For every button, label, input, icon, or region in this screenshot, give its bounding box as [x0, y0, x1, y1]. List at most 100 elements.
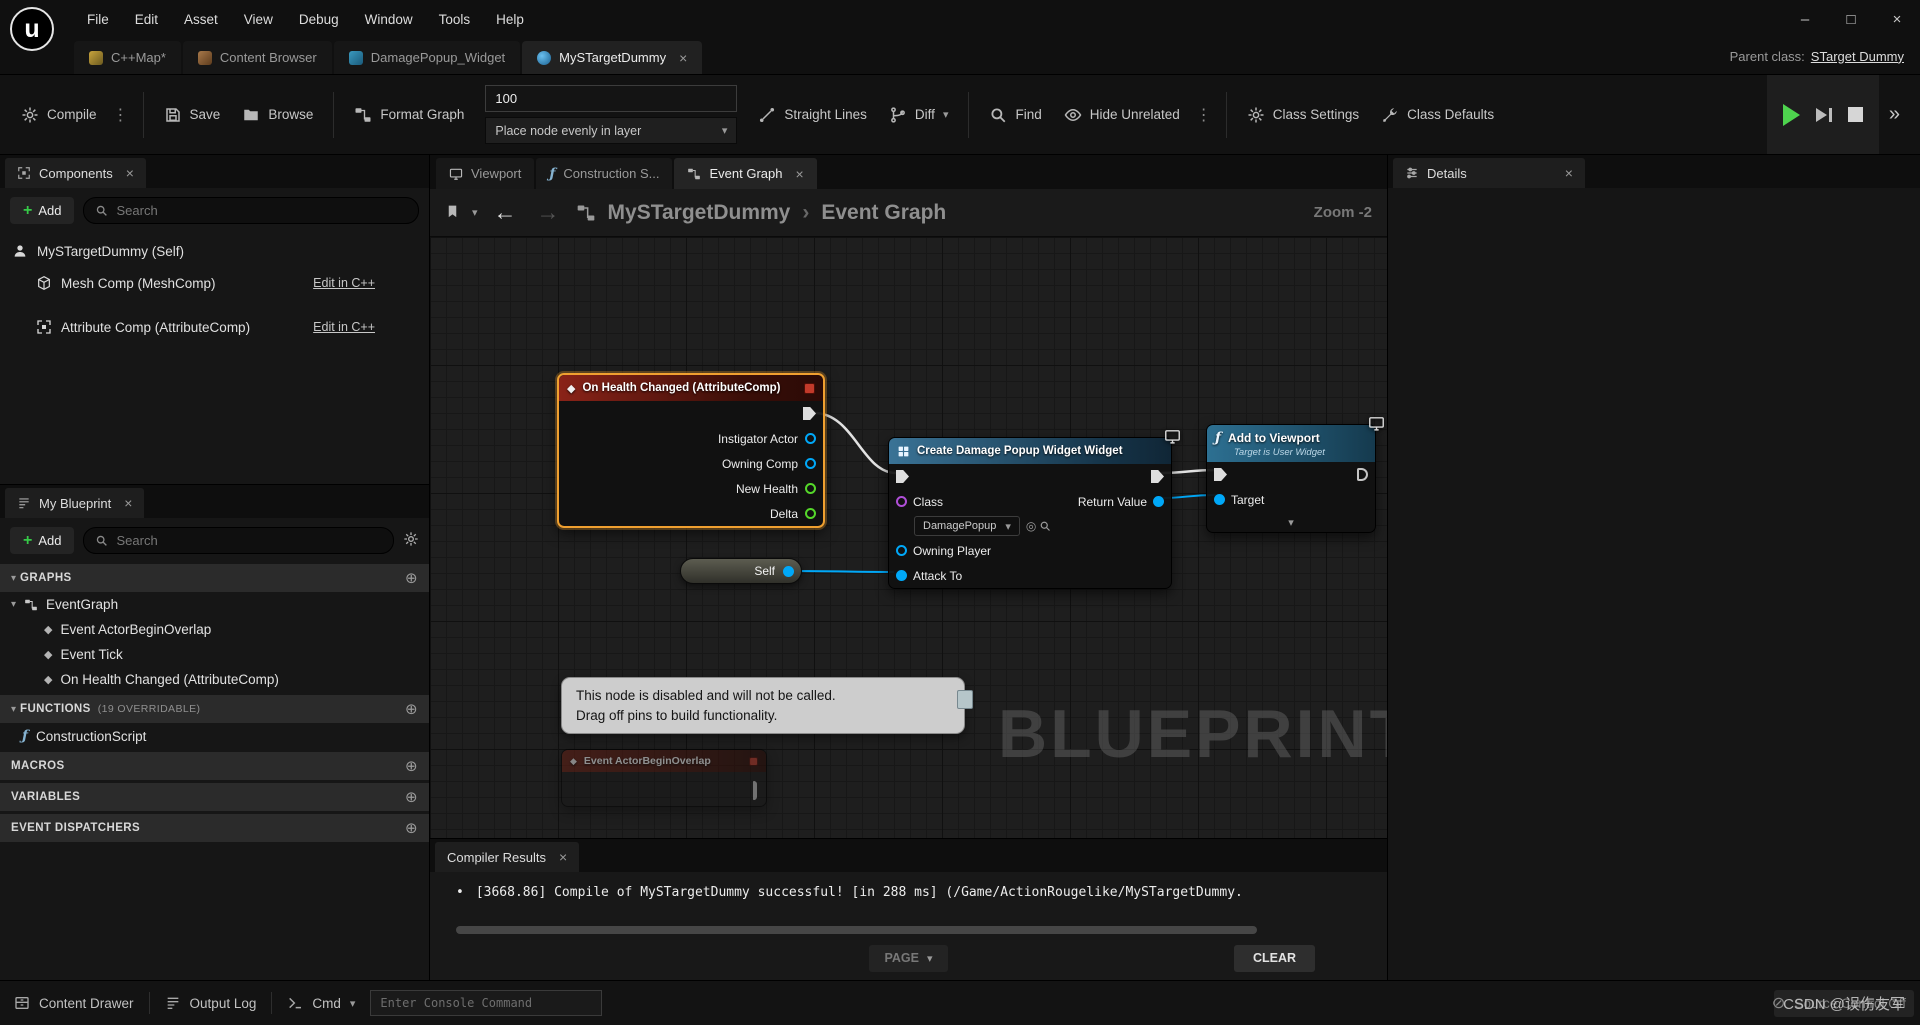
- tab-cpp-map[interactable]: C++Map*: [74, 41, 181, 74]
- blueprint-settings-gear-icon[interactable]: [403, 531, 419, 550]
- page-button[interactable]: PAGE ▾: [869, 944, 948, 972]
- add-graph-icon[interactable]: ⊕: [405, 569, 418, 587]
- menu-edit[interactable]: Edit: [122, 12, 171, 27]
- exec-out-pin[interactable]: [803, 407, 816, 420]
- find-button[interactable]: Find: [978, 98, 1052, 132]
- twisty-icon[interactable]: ▾: [11, 599, 16, 610]
- tree-item-on-health-changed[interactable]: ◆ On Health Changed (AttributeComp): [0, 667, 429, 692]
- class-settings-button[interactable]: Class Settings: [1236, 98, 1370, 132]
- tab-components[interactable]: Components ×: [5, 158, 146, 188]
- section-variables[interactable]: VARIABLES ⊕: [0, 783, 429, 811]
- event-graph-canvas[interactable]: BLUEPRINT ◆ On Health Changed (Attribute…: [430, 237, 1387, 838]
- add-macro-icon[interactable]: ⊕: [405, 757, 418, 775]
- node-add-to-viewport[interactable]: ƒ Add to Viewport Target is User Widget …: [1206, 424, 1376, 533]
- stop-button[interactable]: [1847, 107, 1863, 122]
- tree-item-constructionscript[interactable]: ƒ ConstructionScript: [0, 723, 429, 749]
- tab-my-blueprint[interactable]: My Blueprint ×: [5, 488, 145, 518]
- tab-content-browser[interactable]: Content Browser: [182, 41, 332, 74]
- play-button[interactable]: [1782, 103, 1800, 126]
- console-command-input[interactable]: [380, 996, 593, 1010]
- float-pin[interactable]: [805, 483, 816, 494]
- content-drawer-button[interactable]: Content Drawer: [14, 995, 134, 1011]
- bookmark-icon[interactable]: [445, 204, 460, 222]
- node-event-actorbeginoverlap-disabled[interactable]: ◆ Event ActorBeginOverlap: [561, 749, 767, 807]
- node-create-damage-popup-widget[interactable]: Create Damage Popup Widget Widget Class …: [888, 437, 1172, 589]
- close-panel-icon[interactable]: ×: [559, 849, 567, 865]
- menu-view[interactable]: View: [231, 12, 286, 27]
- menu-file[interactable]: File: [74, 12, 122, 27]
- exec-out-pin[interactable]: [753, 781, 757, 800]
- close-panel-icon[interactable]: ×: [1565, 165, 1573, 181]
- tree-item-event-actorbeginoverlap[interactable]: ◆ Event ActorBeginOverlap: [0, 617, 429, 642]
- node-spacing-input[interactable]: [485, 85, 738, 112]
- object-pin[interactable]: [805, 433, 816, 444]
- menu-help[interactable]: Help: [483, 12, 537, 27]
- menu-asset[interactable]: Asset: [171, 12, 231, 27]
- close-button[interactable]: ×: [1874, 0, 1920, 38]
- object-pin-connected[interactable]: [896, 570, 907, 581]
- edit-in-cpp-link[interactable]: Edit in C++: [313, 276, 375, 290]
- edit-in-cpp-link[interactable]: Edit in C++: [313, 320, 375, 334]
- place-node-dropdown[interactable]: Place node evenly in layer ▾: [485, 117, 738, 144]
- compile-options-kebab-icon[interactable]: ⋮: [108, 105, 134, 125]
- exec-in-pin[interactable]: [896, 470, 909, 483]
- format-graph-button[interactable]: Format Graph: [343, 98, 475, 132]
- node-expand-chevron-icon[interactable]: ▾: [1207, 512, 1375, 532]
- menu-tools[interactable]: Tools: [426, 12, 484, 27]
- tab-viewport[interactable]: Viewport: [436, 158, 535, 189]
- save-button[interactable]: Save: [153, 98, 232, 132]
- frame-skip-button[interactable]: [1815, 107, 1832, 122]
- components-search-input[interactable]: [116, 203, 407, 218]
- class-pin[interactable]: [896, 496, 907, 507]
- clear-button[interactable]: CLEAR: [1233, 944, 1315, 972]
- back-arrow-button[interactable]: ←: [490, 199, 521, 226]
- menu-debug[interactable]: Debug: [286, 12, 352, 27]
- section-event-dispatchers[interactable]: EVENT DISPATCHERS ⊕: [0, 814, 429, 842]
- node-on-health-changed[interactable]: ◆ On Health Changed (AttributeComp) Inst…: [557, 373, 825, 528]
- hide-unrelated-button[interactable]: Hide Unrelated: [1053, 98, 1191, 132]
- tab-event-graph[interactable]: Event Graph ×: [674, 158, 817, 189]
- close-panel-icon[interactable]: ×: [126, 165, 134, 181]
- tree-item-event-tick[interactable]: ◆ Event Tick: [0, 642, 429, 667]
- forward-arrow-button[interactable]: →: [533, 199, 564, 226]
- object-pin[interactable]: [896, 545, 907, 556]
- node-self[interactable]: Self: [680, 558, 802, 584]
- float-pin[interactable]: [805, 508, 816, 519]
- menu-window[interactable]: Window: [352, 12, 426, 27]
- diff-button[interactable]: Diff ▾: [878, 98, 960, 132]
- close-panel-icon[interactable]: ×: [124, 495, 132, 511]
- unreal-logo-icon[interactable]: u: [10, 7, 54, 51]
- exec-out-pin[interactable]: [1357, 468, 1368, 481]
- close-tab-icon[interactable]: ×: [679, 50, 687, 66]
- add-component-button[interactable]: + Add: [10, 197, 75, 224]
- hide-unrelated-kebab-icon[interactable]: ⋮: [1191, 105, 1217, 125]
- exec-in-pin[interactable]: [1214, 468, 1227, 481]
- tab-compiler-results[interactable]: Compiler Results ×: [435, 842, 580, 872]
- tab-damagepopup-widget[interactable]: DamagePopup_Widget: [333, 41, 521, 74]
- tab-mystargetdummy[interactable]: MySTargetDummy ×: [522, 41, 703, 74]
- add-function-icon[interactable]: ⊕: [405, 700, 418, 718]
- breadcrumb-current[interactable]: Event Graph: [821, 201, 946, 225]
- my-blueprint-search-input[interactable]: [116, 533, 382, 548]
- class-defaults-button[interactable]: Class Defaults: [1370, 98, 1505, 132]
- component-row-attribute[interactable]: Attribute Comp (AttributeComp) Edit in C…: [0, 313, 429, 341]
- parent-class-link[interactable]: STarget Dummy: [1811, 49, 1904, 64]
- straight-lines-button[interactable]: Straight Lines: [747, 98, 878, 132]
- exec-out-pin[interactable]: [1151, 470, 1164, 483]
- breadcrumb-root[interactable]: MySTargetDummy: [608, 201, 791, 225]
- horizontal-scrollbar[interactable]: [456, 926, 1257, 934]
- use-selected-asset-icon[interactable]: ◎: [1026, 519, 1036, 533]
- object-pin[interactable]: [805, 458, 816, 469]
- add-dispatcher-icon[interactable]: ⊕: [405, 819, 418, 837]
- class-select-dropdown[interactable]: DamagePopup ▾: [914, 516, 1020, 536]
- browse-button[interactable]: Browse: [231, 98, 324, 132]
- component-row-self[interactable]: MySTargetDummy (Self): [0, 237, 429, 265]
- cmd-dropdown[interactable]: Cmd ▾: [287, 995, 355, 1011]
- component-row-mesh[interactable]: Mesh Comp (MeshComp) Edit in C++: [0, 269, 429, 297]
- tab-details[interactable]: Details ×: [1393, 158, 1585, 188]
- tree-item-eventgraph[interactable]: ▾ EventGraph: [0, 592, 429, 617]
- section-macros[interactable]: MACROS ⊕: [0, 752, 429, 780]
- section-graphs[interactable]: ▾ GRAPHS ⊕: [0, 564, 429, 592]
- object-pin-connected[interactable]: [1214, 494, 1225, 505]
- object-pin-connected[interactable]: [783, 565, 794, 577]
